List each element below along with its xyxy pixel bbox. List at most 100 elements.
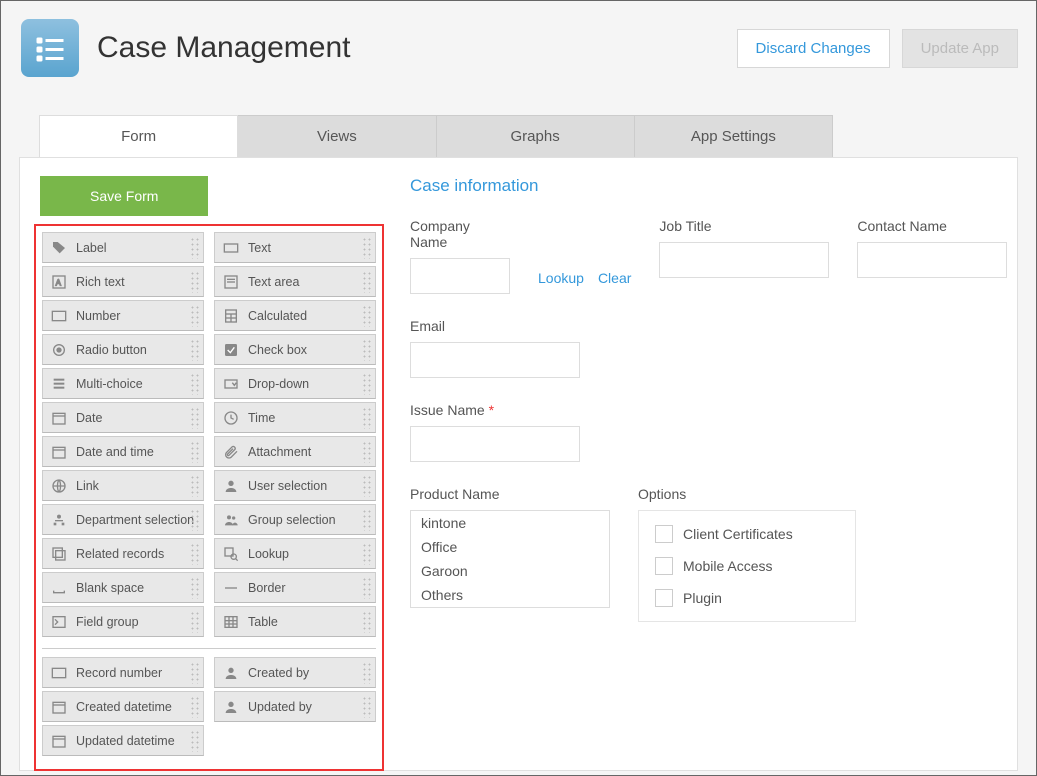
palette-item-updated-by[interactable]: Updated by [214,691,376,722]
job-title-input[interactable] [659,242,829,278]
save-form-button[interactable]: Save Form [40,176,208,216]
border-icon [219,580,243,596]
svg-text:A: A [56,278,62,287]
palette-item-table[interactable]: Table [214,606,376,637]
plugin-checkbox[interactable] [655,589,673,607]
drag-grip-icon [190,305,200,327]
drag-grip-icon [190,271,200,293]
app-title: Case Management [97,31,350,65]
palette-item-time[interactable]: Time [214,402,376,433]
palette-item-updated-datetime[interactable]: Updated datetime [42,725,204,756]
table-icon [219,614,243,630]
palette-item-text-area[interactable]: Text area [214,266,376,297]
date-icon [47,410,71,426]
palette-item-related-records[interactable]: Related records [42,538,204,569]
palette-item-attachment[interactable]: Attachment [214,436,376,467]
drag-grip-icon [362,441,372,463]
palette-item-label: Drop-down [248,377,309,391]
drag-grip-icon [362,271,372,293]
tab-app-settings[interactable]: App Settings [635,115,833,157]
client-certificates-checkbox[interactable] [655,525,673,543]
drag-grip-icon [190,577,200,599]
palette-item-multi-choice[interactable]: Multi-choice [42,368,204,399]
mobile-access-checkbox[interactable] [655,557,673,575]
palette-item-number[interactable]: Number [42,300,204,331]
palette-item-field-group[interactable]: Field group [42,606,204,637]
group-selection-icon [219,512,243,528]
product-option[interactable]: Office [411,535,609,559]
palette-item-date-and-time[interactable]: Date and time [42,436,204,467]
app-icon [21,19,79,77]
user-selection-icon [219,478,243,494]
palette-item-date[interactable]: Date [42,402,204,433]
update-app-button: Update App [902,29,1018,68]
company-name-input[interactable] [410,258,510,294]
palette-item-record-number[interactable]: Record number [42,657,204,688]
contact-name-input[interactable] [857,242,1007,278]
drag-grip-icon [362,577,372,599]
drag-grip-icon [190,339,200,361]
label-icon [47,240,71,256]
palette-item-label: Updated by [248,700,312,714]
tab-views[interactable]: Views [238,115,436,157]
palette-item-created-by[interactable]: Created by [214,657,376,688]
drag-grip-icon [362,305,372,327]
palette-item-blank-space[interactable]: Blank space [42,572,204,603]
palette-item-label[interactable]: Label [42,232,204,263]
drag-grip-icon [190,237,200,259]
palette-item-created-datetime[interactable]: Created datetime [42,691,204,722]
palette-item-link[interactable]: Link [42,470,204,501]
field-group-icon [47,614,71,630]
text-area-icon [219,274,243,290]
palette-item-label: Link [76,479,99,493]
email-input[interactable] [410,342,580,378]
drag-grip-icon [190,696,200,718]
date-and-time-icon [47,444,71,460]
palette-item-label: Time [248,411,275,425]
options-group: Client Certificates Mobile Access Plugin [638,510,856,622]
palette-item-check-box[interactable]: Check box [214,334,376,365]
drag-grip-icon [190,407,200,429]
palette-item-label: Check box [248,343,307,357]
clear-link[interactable]: Clear [598,270,631,286]
palette-item-label: Field group [76,615,139,629]
product-name-listbox[interactable]: kintone Office Garoon Others [410,510,610,608]
discard-changes-button[interactable]: Discard Changes [737,29,890,68]
department-selection-icon [47,512,71,528]
lookup-icon [219,546,243,562]
palette-item-text[interactable]: Text [214,232,376,263]
palette-item-calculated[interactable]: Calculated [214,300,376,331]
app-header: Case Management Discard Changes Update A… [1,1,1036,87]
palette-item-radio-button[interactable]: Radio button [42,334,204,365]
palette-item-rich-text[interactable]: ARich text [42,266,204,297]
palette-item-department-selection[interactable]: Department selection [42,504,204,535]
tab-form[interactable]: Form [39,115,238,157]
option-label: Plugin [683,590,722,606]
form-editor: Save Form Label ARich textNumberRadio but… [19,157,1018,771]
drag-grip-icon [190,730,200,752]
issue-name-label: Issue Name * [410,402,580,418]
palette-item-label: Created datetime [76,700,172,714]
form-canvas: Case information Company Name Lookup Cle… [410,176,999,646]
palette-item-user-selection[interactable]: User selection [214,470,376,501]
product-option[interactable]: Others [411,583,609,607]
palette-item-group-selection[interactable]: Group selection [214,504,376,535]
product-option[interactable]: Garoon [411,559,609,583]
drag-grip-icon [190,611,200,633]
palette-item-border[interactable]: Border [214,572,376,603]
email-label: Email [410,318,580,334]
drag-grip-icon [190,543,200,565]
palette-item-label: Calculated [248,309,307,323]
issue-name-input[interactable] [410,426,580,462]
option-label: Client Certificates [683,526,793,542]
tab-graphs[interactable]: Graphs [437,115,635,157]
lookup-link[interactable]: Lookup [538,270,584,286]
palette-item-lookup[interactable]: Lookup [214,538,376,569]
palette-item-label: Date and time [76,445,154,459]
palette-item-label: Label [76,241,107,255]
product-option[interactable]: kintone [411,511,609,535]
palette-item-drop-down[interactable]: Drop-down [214,368,376,399]
drag-grip-icon [362,662,372,684]
company-name-label: Company Name [410,218,510,250]
field-palette-highlight: Label ARich textNumberRadio buttonMulti-c… [34,224,384,771]
